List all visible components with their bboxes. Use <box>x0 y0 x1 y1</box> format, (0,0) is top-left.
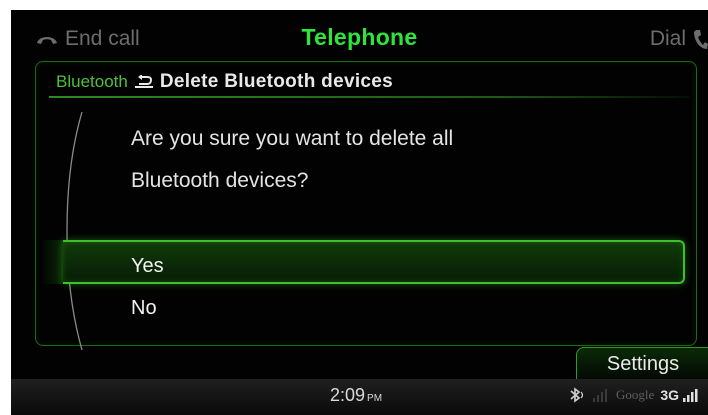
signal-icon <box>683 389 698 402</box>
scroll-arc-indicator <box>66 111 83 351</box>
screen-title: Telephone <box>301 24 418 50</box>
option-yes[interactable]: Yes <box>131 255 164 278</box>
clock-time: 2:09 <box>330 385 366 405</box>
carrier-name: Google <box>616 387 655 402</box>
status-indicators: Google 3G <box>568 387 700 403</box>
telephone-screen: End call Telephone Dial Bluetooth Delete… <box>11 10 708 415</box>
settings-label: Settings <box>606 352 680 375</box>
breadcrumb-parent[interactable]: Bluetooth <box>56 72 128 92</box>
signal-weak-icon <box>593 389 608 402</box>
dial-button[interactable]: Dial <box>650 27 708 51</box>
clock-ampm: PM <box>367 393 383 404</box>
back-arrow-icon <box>134 75 153 88</box>
option-no[interactable]: No <box>131 297 157 320</box>
breadcrumb-current: Delete Bluetooth devices <box>159 71 393 92</box>
clock: 2:09 PM <box>330 385 382 406</box>
question-line-1: Are you sure you want to delete all <box>131 127 454 150</box>
breadcrumb: Bluetooth Delete Bluetooth devices <box>34 66 694 98</box>
bluetooth-icon <box>570 387 584 403</box>
question-line-2: Bluetooth devices? <box>131 169 309 192</box>
dial-label: Dial <box>649 27 686 50</box>
status-bar: 2:09 PM Google 3G <box>11 379 708 415</box>
settings-tab[interactable]: Settings <box>576 347 708 380</box>
breadcrumb-divider <box>49 96 689 98</box>
network-type: 3G <box>660 387 679 403</box>
top-bar: End call Telephone Dial <box>11 10 708 50</box>
confirmation-question: Are you sure you want to delete all Blue… <box>131 118 671 202</box>
phone-icon <box>694 30 708 49</box>
